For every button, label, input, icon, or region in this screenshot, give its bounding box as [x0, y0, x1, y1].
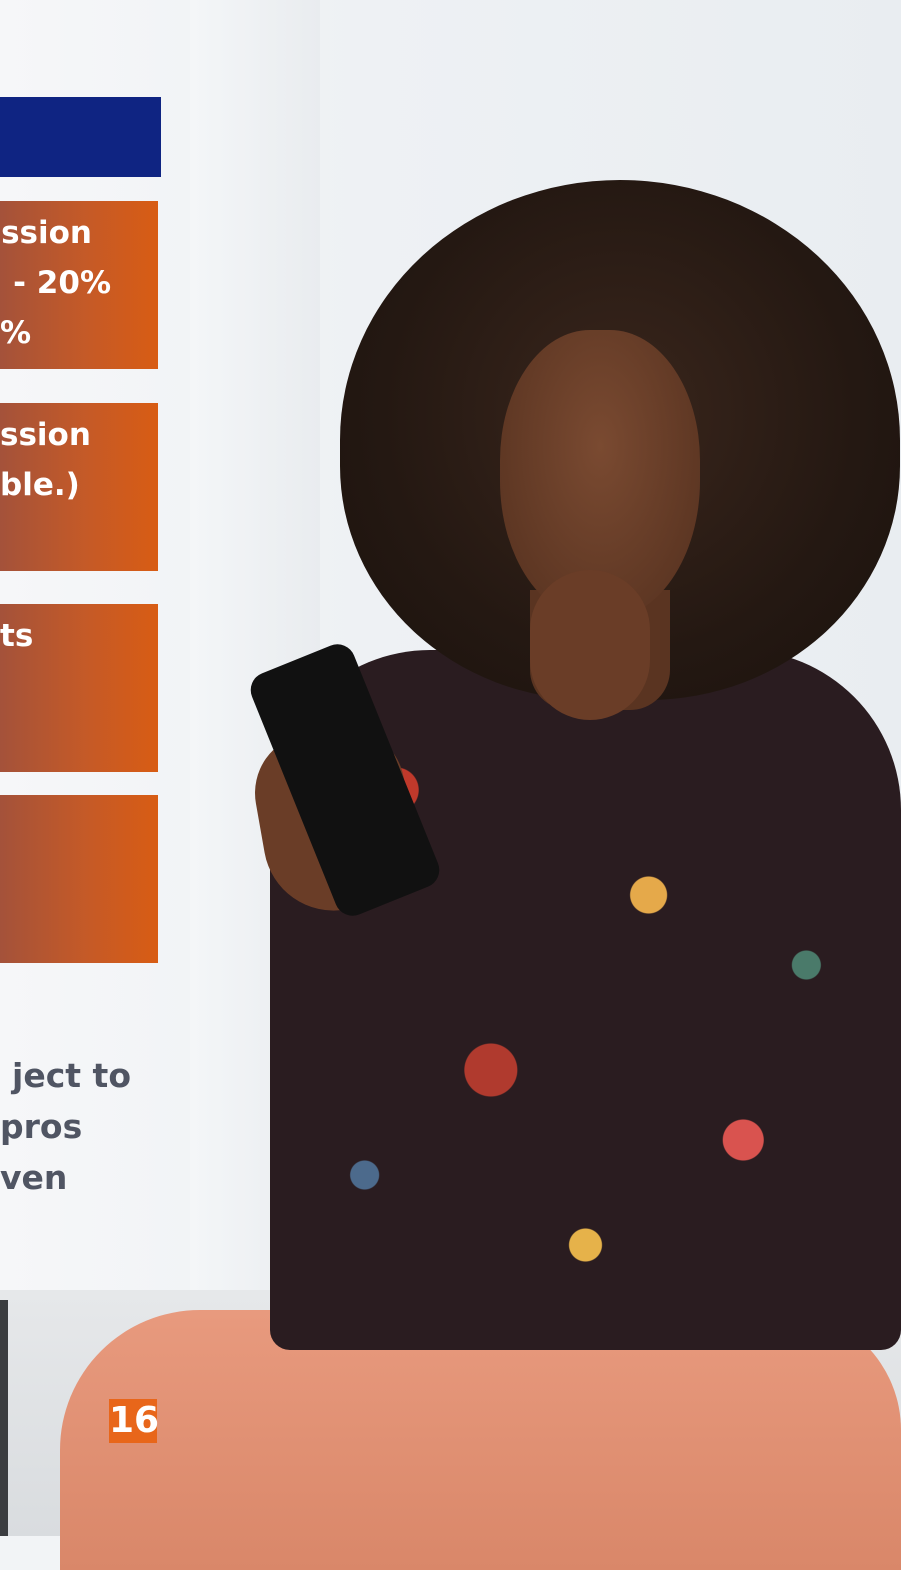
woman-with-phone-photo — [60, 170, 901, 1570]
floor-edge — [0, 1300, 8, 1536]
section-header-bar — [0, 97, 161, 177]
card-text-line: ts — [0, 618, 34, 654]
note-line: ject to — [12, 1056, 131, 1095]
note-line: ven — [0, 1158, 68, 1197]
note-line: pros — [0, 1107, 83, 1146]
commission-card-2: ssion ble.) — [0, 403, 158, 571]
card-text-line: ssion — [1, 215, 92, 251]
page-number-badge: 16 — [109, 1399, 160, 1443]
card-text-line: - 20% — [13, 265, 111, 301]
footnote-text: ject to pros ven — [0, 1050, 140, 1203]
commission-card-1: ssion - 20% % — [0, 201, 158, 369]
commission-card-3: ts — [0, 604, 158, 772]
commission-card-4 — [0, 795, 158, 963]
photo-hand-on-mouth — [530, 570, 650, 720]
card-text-line: ssion — [0, 417, 91, 453]
card-text-line: ble.) — [0, 467, 80, 503]
card-text-line: % — [0, 315, 32, 351]
